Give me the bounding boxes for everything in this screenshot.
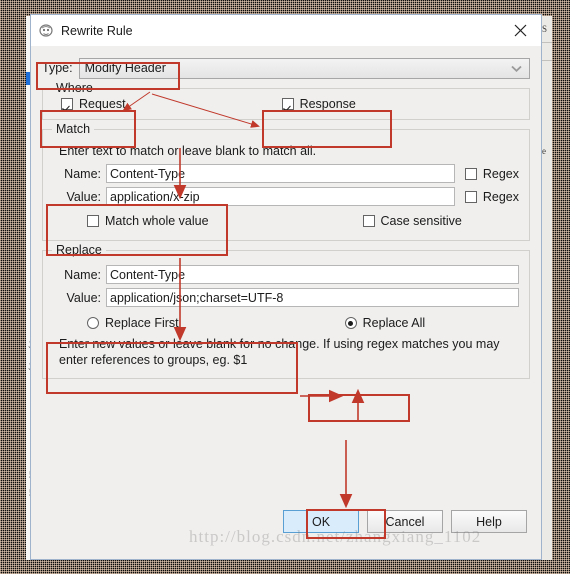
- request-checkbox[interactable]: Request: [61, 97, 126, 111]
- replace-note: Enter new values or leave blank for no c…: [59, 337, 500, 367]
- radio-icon[interactable]: [87, 317, 99, 329]
- replace-group: Replace Name: Content-Type Value: applic…: [42, 243, 530, 379]
- background-right-label: e: [542, 146, 546, 156]
- replace-all-radio[interactable]: Replace All: [344, 316, 426, 330]
- match-value-label: Value:: [66, 189, 101, 204]
- replace-all-label: Replace All: [362, 316, 426, 330]
- response-checkbox[interactable]: Response: [281, 97, 356, 111]
- where-group-title: Where: [52, 81, 97, 95]
- match-options-row: Match whole value Case sensitive: [87, 214, 519, 228]
- match-name-input[interactable]: Content-Type: [106, 164, 455, 183]
- background-right-label: S: [542, 24, 548, 34]
- match-value-row: Value: application/x-zip Regex: [53, 187, 519, 206]
- match-value-regex-label: Regex: [482, 189, 519, 204]
- replace-name-row: Name: Content-Type: [53, 265, 519, 284]
- replace-value-input[interactable]: application/json;charset=UTF-8: [106, 288, 519, 307]
- help-button[interactable]: Help: [451, 510, 527, 533]
- match-name-row: Name: Content-Type Regex: [53, 164, 519, 183]
- ok-button[interactable]: OK: [283, 510, 359, 533]
- replace-value-row: Value: application/json;charset=UTF-8: [53, 288, 519, 307]
- match-group-title: Match: [52, 122, 95, 136]
- match-whole-value-checkbox[interactable]: Match whole value: [87, 214, 209, 228]
- match-hint: Enter text to match or leave blank to ma…: [59, 144, 317, 158]
- replace-options-row: Replace First Replace All: [87, 316, 519, 330]
- radio-icon[interactable]: [344, 317, 357, 329]
- type-selected-value: Modify Header: [84, 61, 166, 75]
- checkbox-icon[interactable]: [87, 215, 99, 227]
- checkbox-icon[interactable]: [464, 190, 477, 203]
- checkbox-icon[interactable]: [281, 98, 294, 110]
- where-group-inner: Request Response: [43, 89, 529, 119]
- match-value-regex-checkbox[interactable]: Regex: [464, 189, 519, 204]
- match-group: Match Enter text to match or leave blank…: [42, 122, 530, 241]
- match-name-regex-label: Regex: [482, 166, 519, 181]
- request-checkbox-label: Request: [79, 97, 126, 111]
- replace-name-label: Name:: [64, 267, 101, 282]
- replace-group-title: Replace: [52, 243, 106, 257]
- replace-first-label: Replace First: [105, 316, 179, 330]
- background-divider: [541, 60, 552, 61]
- background-divider: [541, 42, 552, 43]
- dialog-body: Type: Modify Header Where Request Respon…: [31, 46, 541, 559]
- type-dropdown[interactable]: Modify Header: [78, 57, 530, 79]
- match-name-label: Name:: [64, 166, 101, 181]
- replace-value-label: Value:: [66, 290, 101, 305]
- chevron-down-icon: [511, 59, 522, 77]
- match-group-inner: Enter text to match or leave blank to ma…: [43, 130, 529, 240]
- dialog-button-bar: OK Cancel Help: [31, 510, 541, 533]
- type-label: Type:: [42, 61, 73, 75]
- match-value-input[interactable]: application/x-zip: [106, 187, 455, 206]
- replace-group-inner: Name: Content-Type Value: application/js…: [43, 251, 529, 378]
- match-whole-value-label: Match whole value: [105, 214, 209, 228]
- case-sensitive-checkbox[interactable]: Case sensitive: [362, 214, 462, 228]
- dialog-title: Rewrite Rule: [61, 23, 133, 38]
- checkbox-icon[interactable]: [362, 215, 375, 227]
- close-icon[interactable]: [499, 15, 541, 46]
- case-sensitive-label: Case sensitive: [380, 214, 462, 228]
- replace-name-input[interactable]: Content-Type: [106, 265, 519, 284]
- background-right-pane[interactable]: S e: [541, 16, 552, 560]
- replace-first-radio[interactable]: Replace First: [87, 316, 179, 330]
- cancel-button[interactable]: Cancel: [367, 510, 443, 533]
- where-group: Where Request Response: [42, 81, 530, 120]
- match-name-regex-checkbox[interactable]: Regex: [464, 166, 519, 181]
- dialog-titlebar[interactable]: Rewrite Rule: [31, 15, 541, 46]
- type-row: Type: Modify Header: [42, 57, 530, 79]
- checkbox-icon[interactable]: [61, 98, 73, 110]
- response-checkbox-label: Response: [299, 97, 356, 111]
- checkbox-icon[interactable]: [464, 167, 477, 180]
- rewrite-rule-dialog: Rewrite Rule Type: Modify Header Where R…: [30, 14, 542, 560]
- app-icon: [38, 23, 54, 39]
